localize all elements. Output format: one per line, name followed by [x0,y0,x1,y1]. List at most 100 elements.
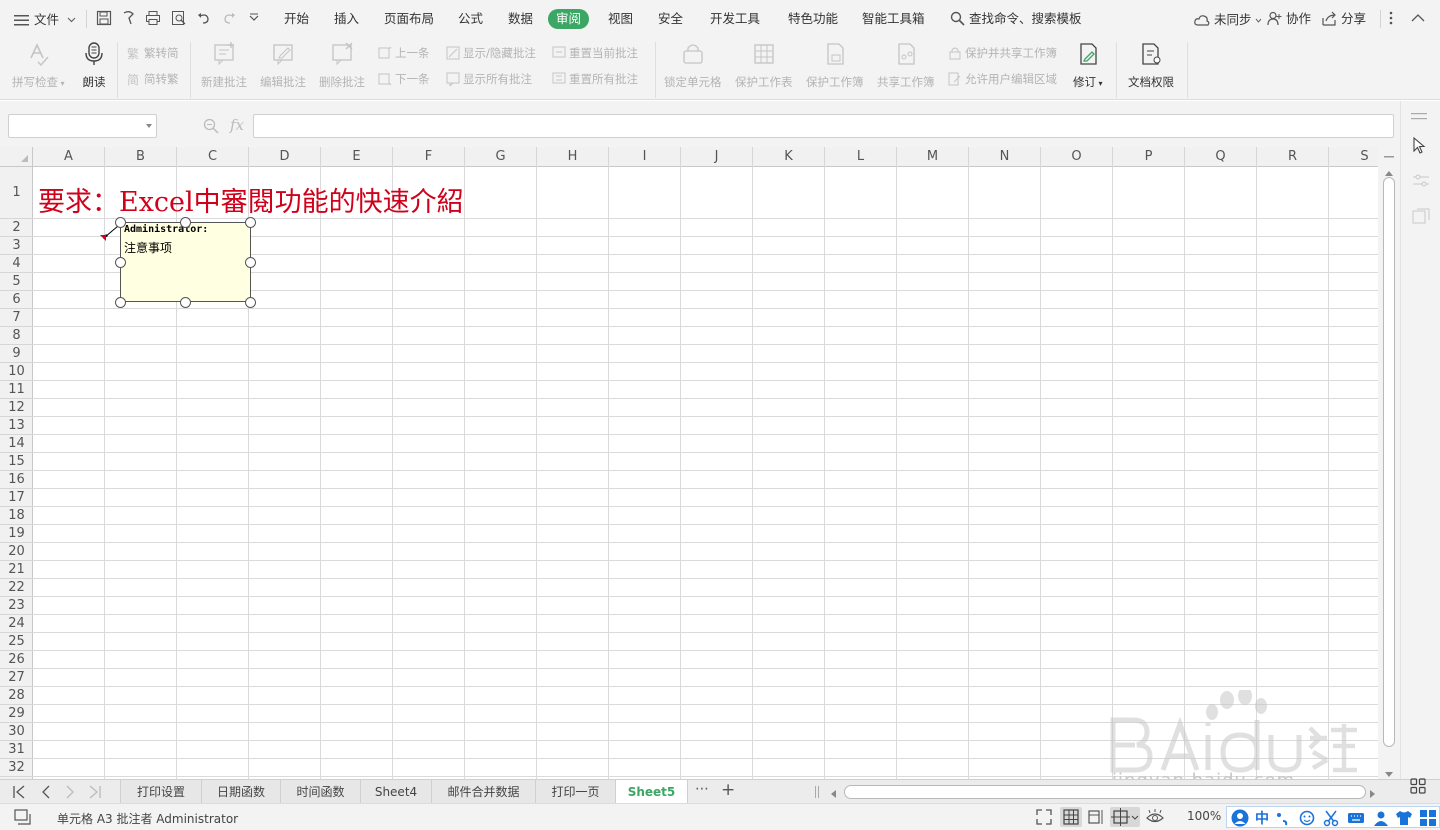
tab-smart-toolbox[interactable]: 智能工具箱 [862,0,925,38]
sheet-tab-date-functions[interactable]: 日期函数 [202,780,281,804]
sheet-tab-sheet4[interactable]: Sheet4 [361,780,432,804]
edit-comment-button[interactable]: 编辑批注 [260,42,306,90]
reset-current-comment-button[interactable]: 重置当前批注 [552,44,638,62]
spell-check-button[interactable]: 拼写检查 ▾ [12,42,65,90]
zoom-level[interactable]: 100% [1187,809,1221,823]
resize-handle[interactable] [115,217,126,228]
allow-edit-ranges-button[interactable]: 允许用户编辑区域 [948,70,1057,88]
column-header[interactable]: M [897,147,969,167]
row-header[interactable]: 8 [0,327,33,345]
tab-home[interactable]: 开始 [284,0,309,38]
column-header[interactable]: G [465,147,537,167]
tab-data[interactable]: 数据 [508,0,533,38]
customize-toolbar-icon[interactable] [248,10,266,28]
tab-formulas[interactable]: 公式 [458,0,483,38]
fullscreen-icon[interactable] [1036,809,1052,828]
tab-insert[interactable]: 插入 [334,0,359,38]
settings-sliders-icon[interactable] [1412,173,1430,192]
save-icon[interactable] [96,10,114,28]
row-header[interactable]: 14 [0,435,33,453]
comment-text[interactable]: 注意事项 [124,239,172,256]
row-header[interactable]: 2 [0,219,33,237]
row-header[interactable]: 28 [0,687,33,705]
ime-emoji-icon[interactable] [1299,809,1315,830]
toggle-comments-button[interactable]: 显示/隐藏批注 [446,44,536,62]
tab-developer[interactable]: 开发工具 [710,0,760,38]
ime-keyboard-icon[interactable] [1347,809,1365,830]
more-options-icon[interactable] [1386,10,1404,28]
column-header[interactable]: N [969,147,1041,167]
row-header[interactable]: 7 [0,309,33,327]
last-sheet-icon[interactable] [89,785,101,802]
tab-security[interactable]: 安全 [658,0,683,38]
resize-handle[interactable] [115,297,126,308]
ime-chinese-mode-icon[interactable]: 中 [1255,808,1269,828]
column-header[interactable]: Q [1185,147,1257,167]
protect-sheet-button[interactable]: 保护工作表 [735,42,793,90]
name-box[interactable] [8,114,157,138]
column-header[interactable]: P [1113,147,1185,167]
row-header[interactable]: 13 [0,417,33,435]
page-layout-view-icon[interactable] [1088,809,1104,828]
tab-page-layout[interactable]: 页面布局 [384,0,434,38]
row-header[interactable]: 27 [0,669,33,687]
add-sheet-button[interactable]: + [721,780,735,800]
command-search[interactable]: 查找命令、搜索模板 [950,0,1082,38]
simp-to-trad-button[interactable]: 简简转繁 [127,70,179,88]
row-header[interactable]: 11 [0,381,33,399]
column-header[interactable]: L [825,147,897,167]
row-header[interactable]: 30 [0,723,33,741]
sheet-tab-sheet5[interactable]: Sheet5 [616,780,688,804]
vertical-scrollbar[interactable] [1378,147,1400,779]
column-header[interactable]: R [1257,147,1329,167]
read-aloud-button[interactable]: 朗读 [82,42,106,90]
column-header[interactable]: K [753,147,825,167]
protect-workbook-button[interactable]: 保护工作簿 [806,42,864,90]
more-sheets-button[interactable]: ⋯ [695,781,709,797]
property-panel-icon[interactable] [1412,208,1430,227]
vertical-scroll-thumb[interactable] [1383,177,1395,747]
row-header[interactable]: 26 [0,651,33,669]
resize-handle[interactable] [245,297,256,308]
column-header[interactable]: J [681,147,753,167]
scroll-right-arrow[interactable] [1370,787,1376,801]
redo-icon[interactable] [221,10,239,28]
page-break-view-button[interactable] [1110,807,1140,827]
row-header[interactable]: 31 [0,741,33,759]
tab-special-features[interactable]: 特色功能 [788,0,838,38]
row-header[interactable]: 25 [0,633,33,651]
collapse-ribbon-icon[interactable] [1410,10,1428,28]
collaborate-button[interactable]: 协作 [1267,0,1311,38]
show-all-comments-button[interactable]: 显示所有批注 [446,70,532,88]
sheet-tab-mail-merge-data[interactable]: 邮件合并数据 [432,780,536,804]
row-header[interactable]: 24 [0,615,33,633]
sheet-tab-time-functions[interactable]: 时间函数 [281,780,361,804]
panel-menu-icon[interactable] [1411,110,1429,124]
protect-and-share-button[interactable]: 保护并共享工作簿 [948,44,1057,62]
tab-view[interactable]: 视图 [608,0,633,38]
sheet-tab-print-one-page[interactable]: 打印一页 [536,780,616,804]
ime-punctuation-icon[interactable] [1275,809,1289,830]
lock-cell-button[interactable]: 锁定单元格 [664,42,722,90]
select-all-corner[interactable] [0,147,33,167]
row-header[interactable]: 15 [0,453,33,471]
share-button[interactable]: 分享 [1322,0,1366,38]
ime-user-icon[interactable] [1373,809,1389,830]
first-sheet-icon[interactable] [13,785,25,802]
ime-scissors-icon[interactable] [1323,809,1339,830]
row-header[interactable]: 20 [0,543,33,561]
column-header[interactable]: O [1041,147,1113,167]
new-comment-button[interactable]: 新建批注 [201,42,247,90]
cursor-icon[interactable] [1412,136,1428,158]
format-painter-icon[interactable] [121,10,139,28]
normal-view-button[interactable] [1060,807,1082,827]
prev-comment-button[interactable]: 上一条 [378,44,430,62]
column-header[interactable]: A [33,147,105,167]
resize-handle[interactable] [115,257,126,268]
row-header[interactable]: 32 [0,759,33,777]
row-header[interactable]: 4 [0,255,33,273]
ime-logo-icon[interactable] [1231,809,1249,830]
ime-skin-icon[interactable] [1395,809,1413,830]
zoom-formula-icon[interactable] [203,118,219,137]
ime-toolbox-icon[interactable] [1419,809,1437,830]
